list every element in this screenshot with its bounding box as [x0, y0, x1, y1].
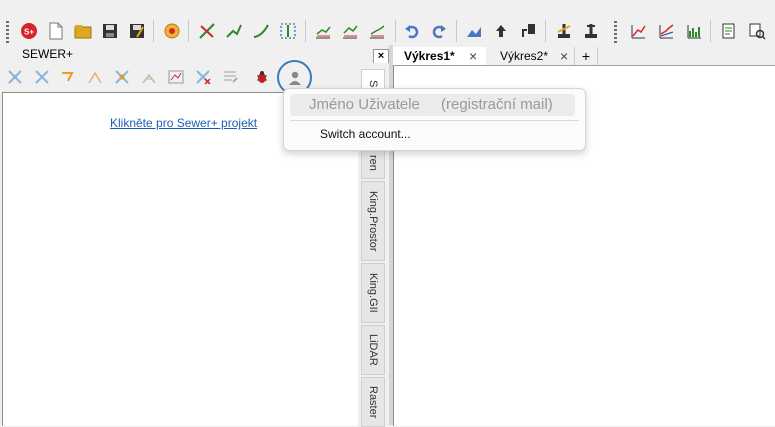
save-as-icon[interactable] — [126, 20, 148, 42]
report-icon[interactable] — [718, 20, 740, 42]
user-name: Jméno Uživatele — [309, 96, 420, 113]
redo-icon[interactable] — [428, 20, 450, 42]
undo-icon[interactable] — [401, 20, 423, 42]
tab-vykres2[interactable]: Výkres2* × — [488, 47, 573, 65]
network-tool-icon[interactable] — [5, 67, 25, 87]
toolbar-grip-2[interactable] — [614, 21, 617, 43]
terrain-icon[interactable] — [463, 20, 485, 42]
compass-icon[interactable] — [161, 20, 183, 42]
open-folder-icon[interactable] — [72, 20, 94, 42]
level-2-icon[interactable] — [580, 20, 602, 42]
graph-tool-icon[interactable] — [166, 67, 186, 87]
line-chart-2-icon[interactable] — [655, 20, 677, 42]
toolbar-grip[interactable] — [6, 21, 9, 43]
profile-tool-icon[interactable] — [139, 67, 159, 87]
add-tab-button[interactable]: + — [574, 47, 598, 65]
list-tool-icon[interactable] — [220, 67, 240, 87]
current-user-row: Jméno Uživatele (registrační mail) — [290, 94, 575, 116]
tab-label: Výkres1* — [404, 49, 455, 63]
tab-king-prostor[interactable]: King.Prostor — [361, 181, 385, 261]
sewer-plus-icon[interactable]: S+ — [18, 20, 40, 42]
tab-ren[interactable]: ren — [361, 147, 385, 179]
new-file-icon[interactable] — [45, 20, 67, 42]
pipe-arrow-icon[interactable] — [58, 67, 78, 87]
export-icon[interactable] — [517, 20, 539, 42]
tab-vykres1[interactable]: Výkres1* × — [393, 47, 486, 65]
chart-2-icon[interactable] — [339, 20, 361, 42]
document-tabs: Výkres1* × Výkres2* × + — [393, 47, 775, 65]
user-mail: (registrační mail) — [441, 96, 553, 113]
close-icon[interactable]: × — [560, 47, 568, 65]
level-1-icon[interactable] — [553, 20, 575, 42]
bug-report-icon[interactable] — [252, 67, 272, 87]
settings-search-icon[interactable] — [746, 20, 768, 42]
svg-text:S+: S+ — [24, 28, 34, 37]
panel-header: SEWER+ — [0, 45, 389, 62]
menu-divider — [290, 120, 579, 121]
upload-icon[interactable] — [490, 20, 512, 42]
pipe-edit-icon[interactable] — [196, 20, 218, 42]
user-icon — [288, 71, 301, 85]
delete-network-icon[interactable] — [193, 67, 213, 87]
account-dropdown: Jméno Uživatele (registrační mail) Switc… — [283, 88, 586, 151]
line-chart-3-icon[interactable] — [683, 20, 705, 42]
tab-label: Výkres2* — [500, 49, 549, 63]
panel-close-button[interactable]: × — [373, 49, 389, 64]
main-toolbar: S+ — [0, 14, 775, 48]
chart-3-icon[interactable] — [366, 20, 388, 42]
chart-1-icon[interactable] — [312, 20, 334, 42]
panel-title: SEWER+ — [22, 47, 74, 61]
sewer-project-link[interactable]: Klikněte pro Sewer+ projekt — [110, 116, 257, 130]
tab-king-gii[interactable]: King.GII — [361, 263, 385, 323]
pipe-profile-icon[interactable] — [223, 20, 245, 42]
slope-tool-icon[interactable] — [85, 67, 105, 87]
network-select-icon[interactable] — [32, 67, 52, 87]
switch-account-item[interactable]: Switch account... — [320, 127, 411, 141]
save-icon[interactable] — [99, 20, 121, 42]
close-icon[interactable]: × — [469, 47, 477, 65]
tab-lidar[interactable]: LiDAR — [361, 325, 385, 375]
tab-raster[interactable]: Raster — [361, 377, 385, 427]
node-align-icon[interactable] — [277, 20, 299, 42]
pipe-curve-icon[interactable] — [250, 20, 272, 42]
line-chart-1-icon[interactable] — [627, 20, 649, 42]
cross-tool-icon[interactable] — [112, 67, 132, 87]
